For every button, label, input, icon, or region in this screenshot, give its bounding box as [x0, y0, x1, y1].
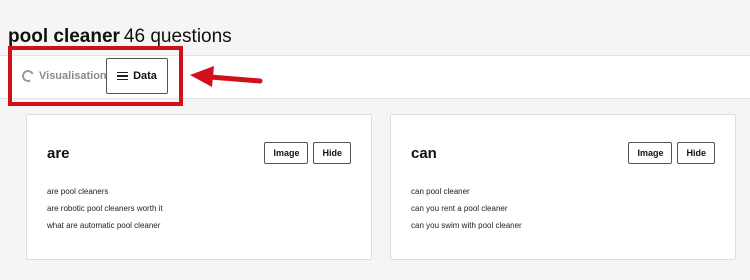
card-actions: Image Hide: [628, 142, 715, 164]
page: pool cleaner 46 questions Visualisation D…: [0, 0, 750, 280]
annotation-highlight-box: [8, 46, 183, 106]
question-count: 46 questions: [123, 26, 232, 47]
card-title: are: [47, 145, 70, 162]
image-button[interactable]: Image: [628, 142, 673, 164]
left-arrow-icon: [190, 66, 263, 87]
list-item: can you rent a pool cleaner: [411, 204, 508, 213]
page-title: pool cleaner 46 questions: [8, 26, 232, 48]
hide-button[interactable]: Hide: [313, 142, 351, 164]
list-item: can pool cleaner: [411, 187, 470, 196]
list-item: what are automatic pool cleaner: [47, 221, 161, 230]
list-item: are pool cleaners: [47, 187, 109, 196]
list-item: are robotic pool cleaners worth it: [47, 204, 163, 213]
question-card-are: are Image Hide are pool cleaners are rob…: [26, 114, 372, 260]
card-actions: Image Hide: [264, 142, 351, 164]
list-item: can you swim with pool cleaner: [411, 221, 522, 230]
hide-button[interactable]: Hide: [677, 142, 715, 164]
keyword-label: pool cleaner: [8, 26, 120, 47]
question-list: can pool cleaner can you rent a pool cle…: [411, 183, 522, 234]
question-list: are pool cleaners are robotic pool clean…: [47, 183, 163, 234]
card-title: can: [411, 145, 437, 162]
image-button[interactable]: Image: [264, 142, 309, 164]
question-card-can: can Image Hide can pool cleaner can you …: [390, 114, 736, 260]
